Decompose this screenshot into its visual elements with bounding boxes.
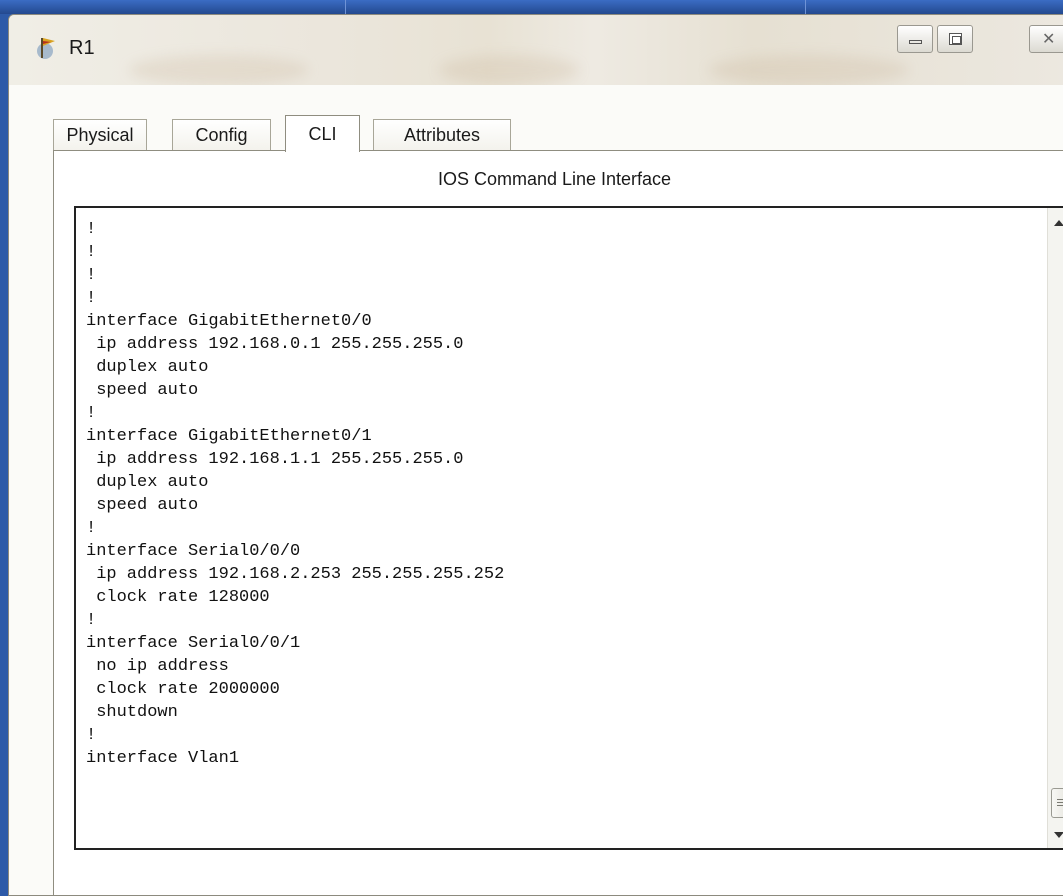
titlebar-texture [709, 55, 909, 85]
thumb-grip [1057, 802, 1063, 803]
close-icon: ✕ [1042, 29, 1056, 48]
desktop-taskbar-edge [0, 0, 1063, 14]
minimize-icon [909, 40, 922, 44]
maximize-icon [949, 33, 962, 45]
close-button[interactable]: ✕ [1029, 25, 1063, 53]
tab-label: Config [195, 125, 248, 145]
tab-label: CLI [308, 123, 337, 144]
tab-physical[interactable]: Physical [53, 119, 147, 151]
tab-label: Physical [66, 125, 134, 145]
window-client-area: Physical Config CLI Attributes IOS Comma… [9, 85, 1063, 895]
thumb-grip [1057, 805, 1063, 806]
device-window: R1 ✕ Physical Config CLI Attributes IOS … [8, 14, 1063, 896]
cli-line: interface Vlan1 [86, 749, 240, 768]
tab-strip: Physical Config CLI Attributes [53, 115, 1063, 152]
cli-line: ! [86, 220, 97, 239]
scroll-down-arrow-icon[interactable] [1054, 832, 1063, 838]
console-output[interactable]: ! ! ! ! interface GigabitEthernet0/0 ip … [86, 218, 504, 770]
cli-line: interface GigabitEthernet0/0 [86, 312, 372, 331]
cli-line: ip address 192.168.0.1 255.255.255.0 [86, 335, 464, 354]
cli-line: ! [86, 289, 97, 308]
cli-line: speed auto [86, 381, 199, 400]
cli-line: ! [86, 611, 97, 630]
titlebar-texture [439, 55, 579, 85]
titlebar-texture [129, 55, 309, 85]
cli-line: ! [86, 519, 97, 538]
cli-line: ! [86, 726, 97, 745]
cli-line: speed auto [86, 496, 199, 515]
cli-line: clock rate 128000 [86, 588, 270, 607]
tab-config[interactable]: Config [172, 119, 271, 151]
cli-line: interface Serial0/0/0 [86, 542, 301, 561]
scroll-thumb[interactable] [1051, 788, 1063, 818]
cli-heading: IOS Command Line Interface [54, 169, 1063, 190]
cli-line: interface Serial0/0/1 [86, 634, 301, 653]
tab-cli[interactable]: CLI [285, 115, 360, 152]
cli-line: shutdown [86, 703, 178, 722]
tab-label: Attributes [403, 125, 481, 145]
cli-line: interface GigabitEthernet0/1 [86, 427, 372, 446]
cli-line: ! [86, 404, 97, 423]
thumb-grip [1057, 799, 1063, 800]
cli-line: clock rate 2000000 [86, 680, 280, 699]
router-flag-icon [33, 35, 59, 61]
cli-line: ! [86, 266, 97, 285]
cli-line: ip address 192.168.1.1 255.255.255.0 [86, 450, 464, 469]
scroll-up-arrow-icon[interactable] [1054, 220, 1063, 226]
cli-line: ip address 192.168.2.253 255.255.255.252 [86, 565, 505, 584]
cli-line: duplex auto [86, 358, 209, 377]
console-scrollbar[interactable] [1047, 208, 1063, 848]
cli-line: duplex auto [86, 473, 209, 492]
cli-panel: IOS Command Line Interface ! ! ! ! inter… [53, 150, 1063, 895]
cli-console[interactable]: ! ! ! ! interface GigabitEthernet0/0 ip … [74, 206, 1063, 850]
window-titlebar[interactable]: R1 ✕ [9, 15, 1063, 85]
maximize-button[interactable] [937, 25, 973, 53]
cli-line: no ip address [86, 657, 229, 676]
minimize-button[interactable] [897, 25, 933, 53]
window-title: R1 [69, 37, 95, 59]
cli-heading-text: IOS Command Line Interface [437, 169, 672, 189]
desktop-separator [805, 0, 806, 14]
cli-line: ! [86, 243, 97, 262]
desktop-separator [345, 0, 346, 14]
tab-attributes[interactable]: Attributes [373, 119, 511, 151]
